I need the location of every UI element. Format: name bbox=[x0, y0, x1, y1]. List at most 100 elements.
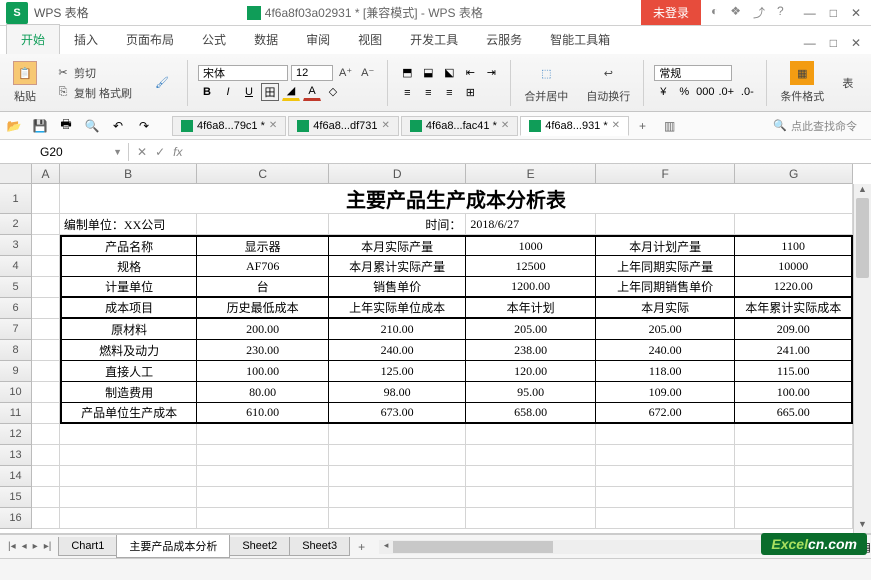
indent-inc-button[interactable]: ⇥ bbox=[482, 64, 500, 82]
row-header[interactable]: 15 bbox=[0, 487, 32, 508]
merge-center-button[interactable]: ⬚合并居中 bbox=[521, 60, 571, 105]
align-center-button[interactable]: ≡ bbox=[419, 84, 437, 102]
cell[interactable] bbox=[329, 424, 466, 445]
doc-maximize-button[interactable]: □ bbox=[830, 36, 837, 50]
cell[interactable]: 台 bbox=[197, 277, 329, 298]
redo-icon[interactable]: ↷ bbox=[136, 118, 152, 134]
menu-tab-cloud[interactable]: 云服务 bbox=[472, 25, 536, 54]
cell[interactable]: 80.00 bbox=[197, 382, 329, 403]
open-icon[interactable]: 📂 bbox=[6, 118, 22, 134]
confirm-icon[interactable]: ✓ bbox=[155, 145, 165, 159]
sheet-tab[interactable]: Sheet3 bbox=[289, 537, 350, 556]
cell[interactable] bbox=[596, 487, 735, 508]
cell[interactable]: 10000 bbox=[735, 256, 853, 277]
row-header[interactable]: 8 bbox=[0, 340, 32, 361]
cell[interactable]: 显示器 bbox=[197, 235, 329, 256]
sync-icon[interactable]: ◐ bbox=[711, 4, 718, 21]
cell[interactable] bbox=[32, 319, 60, 340]
cell[interactable] bbox=[32, 382, 60, 403]
prev-sheet-icon[interactable]: ◂ bbox=[22, 541, 27, 552]
cell[interactable] bbox=[32, 256, 60, 277]
col-header[interactable]: E bbox=[466, 164, 596, 184]
cell[interactable] bbox=[197, 214, 329, 235]
cell[interactable] bbox=[596, 214, 735, 235]
cell[interactable] bbox=[32, 445, 60, 466]
cell[interactable]: 上年同期销售单价 bbox=[596, 277, 735, 298]
new-doc-button[interactable]: + bbox=[631, 116, 654, 136]
border-button[interactable]: 田 bbox=[261, 83, 279, 101]
row-header[interactable]: 9 bbox=[0, 361, 32, 382]
cube-icon[interactable]: ❖ bbox=[730, 4, 741, 21]
cell[interactable] bbox=[32, 277, 60, 298]
select-all-corner[interactable] bbox=[0, 164, 32, 184]
row-header[interactable]: 14 bbox=[0, 466, 32, 487]
minimize-button[interactable]: — bbox=[804, 6, 816, 20]
close-icon[interactable]: ✕ bbox=[269, 120, 277, 131]
cell[interactable]: 120.00 bbox=[466, 361, 596, 382]
cell[interactable] bbox=[60, 445, 197, 466]
cell[interactable]: 主要产品生产成本分析表 bbox=[60, 184, 853, 214]
close-icon[interactable]: ✕ bbox=[382, 120, 390, 131]
doc-tab[interactable]: 4f6a8...79c1 *✕ bbox=[172, 116, 286, 136]
row-header[interactable]: 7 bbox=[0, 319, 32, 340]
comma-button[interactable]: 000 bbox=[696, 83, 714, 101]
cell[interactable] bbox=[32, 340, 60, 361]
cell[interactable] bbox=[32, 424, 60, 445]
menu-tab-review[interactable]: 审阅 bbox=[292, 25, 344, 54]
menu-tab-layout[interactable]: 页面布局 bbox=[112, 25, 188, 54]
menu-tab-data[interactable]: 数据 bbox=[240, 25, 292, 54]
close-icon[interactable]: ✕ bbox=[612, 120, 620, 131]
name-box[interactable]: G20▼ bbox=[34, 143, 129, 161]
cell[interactable]: 95.00 bbox=[466, 382, 596, 403]
align-top-button[interactable]: ⬒ bbox=[398, 64, 416, 82]
cell[interactable]: 本年累计实际成本 bbox=[735, 298, 853, 319]
cell[interactable]: 665.00 bbox=[735, 403, 853, 424]
cell[interactable] bbox=[197, 466, 329, 487]
clear-fmt-button[interactable]: ◇ bbox=[324, 83, 342, 101]
wrap-text-button[interactable]: ↩自动换行 bbox=[583, 60, 633, 105]
cell[interactable]: 125.00 bbox=[329, 361, 466, 382]
cell[interactable] bbox=[329, 445, 466, 466]
vertical-scrollbar[interactable]: ▲ ▼ bbox=[853, 184, 871, 533]
cell[interactable] bbox=[60, 424, 197, 445]
col-header[interactable]: G bbox=[735, 164, 853, 184]
cell[interactable]: 本月计划产量 bbox=[596, 235, 735, 256]
align-left-button[interactable]: ≡ bbox=[398, 84, 416, 102]
cut-button[interactable]: ✂剪切 bbox=[52, 64, 99, 82]
cell[interactable] bbox=[596, 466, 735, 487]
cell[interactable]: 118.00 bbox=[596, 361, 735, 382]
cell[interactable]: 规格 bbox=[60, 256, 198, 277]
cond-fmt-button[interactable]: ▦条件格式 bbox=[777, 60, 827, 105]
sheet-tab[interactable]: 主要产品成本分析 bbox=[116, 535, 230, 558]
dec-dec-button[interactable]: .0- bbox=[738, 83, 756, 101]
doc-tab[interactable]: 4f6a8...fac41 *✕ bbox=[401, 116, 518, 136]
cell[interactable]: 制造费用 bbox=[60, 382, 198, 403]
indent-dec-button[interactable]: ⇤ bbox=[461, 64, 479, 82]
cell[interactable] bbox=[197, 508, 329, 529]
cell[interactable]: 241.00 bbox=[735, 340, 853, 361]
login-button[interactable]: 未登录 bbox=[641, 0, 701, 25]
row-header[interactable]: 11 bbox=[0, 403, 32, 424]
cell[interactable] bbox=[329, 487, 466, 508]
cell[interactable]: 658.00 bbox=[466, 403, 596, 424]
cell[interactable]: 100.00 bbox=[197, 361, 329, 382]
share-icon[interactable]: ⤴ bbox=[753, 4, 765, 21]
maximize-button[interactable]: □ bbox=[830, 6, 837, 20]
underline-button[interactable]: U bbox=[240, 83, 258, 101]
undo-icon[interactable]: ↶ bbox=[110, 118, 126, 134]
cell[interactable] bbox=[60, 508, 197, 529]
print-icon[interactable]: 🖶 bbox=[58, 118, 74, 134]
cell[interactable] bbox=[329, 466, 466, 487]
cell[interactable] bbox=[32, 508, 60, 529]
preview-icon[interactable]: 🔍 bbox=[84, 118, 100, 134]
row-header[interactable]: 12 bbox=[0, 424, 32, 445]
save-icon[interactable]: 💾 bbox=[32, 118, 48, 134]
cell[interactable] bbox=[32, 298, 60, 319]
cell[interactable]: 1000 bbox=[466, 235, 596, 256]
italic-button[interactable]: I bbox=[219, 83, 237, 101]
row-header[interactable]: 2 bbox=[0, 214, 32, 235]
cell[interactable]: 直接人工 bbox=[60, 361, 198, 382]
col-header[interactable]: F bbox=[596, 164, 735, 184]
cell[interactable] bbox=[735, 487, 853, 508]
cell[interactable]: 销售单价 bbox=[329, 277, 466, 298]
